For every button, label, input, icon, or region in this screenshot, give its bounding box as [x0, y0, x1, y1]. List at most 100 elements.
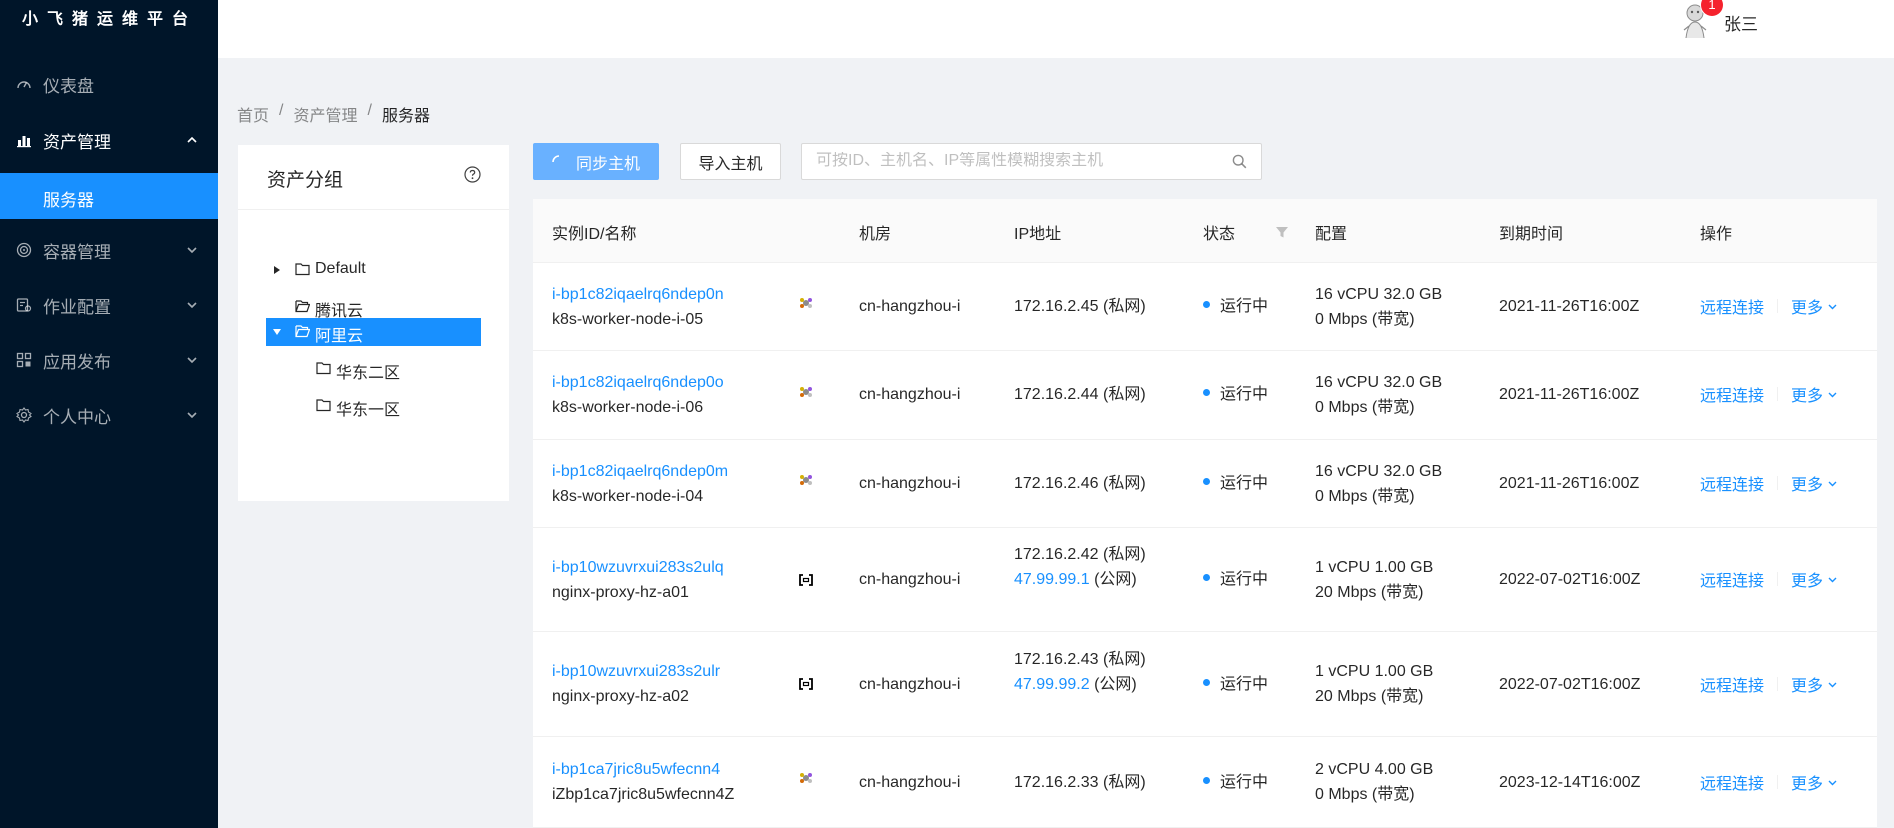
breadcrumb-item-home[interactable]: 首页	[237, 102, 269, 126]
instance-cell: i-bp10wzuvrxui283s2ulr nginx-proxy-hz-a0…	[552, 659, 720, 709]
table-header: 实例ID/名称 机房 IP地址 状态 配置 到期时间 操作	[533, 199, 1877, 263]
instance-name: nginx-proxy-hz-a01	[552, 584, 689, 601]
expire-cell: 2021-11-26T16:00Z	[1499, 386, 1640, 403]
column-header-ip: IP地址	[1014, 226, 1062, 243]
tree-node-label: 阿里云	[315, 328, 364, 345]
table-row: i-bp1ca7jric8u5wfecnn4 iZbp1ca7jric8u5wf…	[533, 737, 1877, 828]
ip-cell: 172.16.2.45 (私网)	[1014, 294, 1146, 319]
tree-node-tencent-cloud[interactable]: 腾讯云	[267, 293, 482, 321]
settings-icon	[16, 407, 32, 423]
generic-os-icon	[799, 574, 813, 586]
username[interactable]: 张三	[1724, 10, 1758, 35]
config-cell: 16 vCPU 32.0 GB 0 Mbps (带宽)	[1315, 282, 1442, 332]
top-header	[218, 0, 1894, 58]
private-ip-tag: (私网)	[1102, 298, 1146, 315]
instance-id-link[interactable]: i-bp10wzuvrxui283s2ulr	[552, 659, 720, 684]
private-ip-tag: (私网)	[1102, 651, 1146, 668]
status-dot	[1203, 574, 1210, 582]
remote-connect-link[interactable]: 远程连接	[1700, 471, 1764, 495]
menu-item-personal-center[interactable]: 个人中心	[0, 390, 218, 440]
folder-open-icon	[295, 325, 310, 338]
instance-id-link[interactable]: i-bp1ca7jric8u5wfecnn4	[552, 757, 734, 782]
instance-name: nginx-proxy-hz-a02	[552, 688, 689, 705]
actions-cell: 远程连接 更多	[1700, 294, 1838, 318]
status-text: 运行中	[1220, 386, 1269, 403]
menu-item-label: 仪表盘	[43, 76, 94, 96]
remote-connect-link[interactable]: 远程连接	[1700, 567, 1764, 591]
remote-connect-link[interactable]: 远程连接	[1700, 382, 1764, 406]
instance-cell: i-bp10wzuvrxui283s2ulq nginx-proxy-hz-a0…	[552, 555, 724, 605]
table-row: i-bp10wzuvrxui283s2ulr nginx-proxy-hz-a0…	[533, 632, 1877, 737]
status-cell: 运行中	[1203, 770, 1268, 795]
menu-item-servers[interactable]: 服务器	[0, 173, 218, 219]
remote-connect-link[interactable]: 远程连接	[1700, 294, 1764, 318]
linux-os-icon	[800, 298, 812, 308]
public-ip-link[interactable]: 47.99.99.2	[1014, 676, 1090, 693]
action-divider	[1777, 775, 1779, 789]
more-dropdown[interactable]: 更多	[1791, 294, 1838, 318]
region-cell: cn-hangzhou-i	[859, 774, 961, 791]
app-logo-title: 小飞猪运维平台	[22, 11, 198, 28]
chevron-down-icon	[187, 247, 197, 254]
column-header-status: 状态	[1203, 226, 1236, 243]
config-spec: 16 vCPU 32.0 GB	[1315, 374, 1443, 391]
column-header-config: 配置	[1315, 226, 1348, 243]
dashboard-icon	[17, 81, 31, 89]
breadcrumb-item-assets[interactable]: 资产管理	[293, 102, 357, 126]
menu-item-label: 服务器	[43, 191, 94, 210]
chevron-down-icon	[1828, 577, 1837, 582]
menu-item-job-config[interactable]: 作业配置	[0, 280, 218, 330]
filter-icon[interactable]	[1275, 225, 1289, 239]
host-search-input[interactable]	[816, 152, 1216, 170]
more-label: 更多	[1791, 300, 1824, 317]
status-dot	[1203, 301, 1210, 309]
tree-node-east-china-2[interactable]: 华东二区	[267, 355, 482, 383]
private-ip: 172.16.2.42	[1014, 546, 1099, 563]
tree-node-default[interactable]: Default	[267, 256, 482, 284]
column-header-expire: 到期时间	[1499, 226, 1564, 243]
breadcrumb-separator: /	[279, 102, 284, 119]
caret-down-icon[interactable]	[272, 327, 282, 337]
table-row: i-bp1c82iqaelrq6ndep0m k8s-worker-node-i…	[533, 440, 1877, 528]
config-bandwidth: 0 Mbps (带宽)	[1315, 786, 1415, 803]
instance-id-link[interactable]: i-bp1c82iqaelrq6ndep0m	[552, 459, 728, 484]
sync-hosts-label: 同步主机	[575, 155, 640, 173]
remote-connect-link[interactable]: 远程连接	[1700, 770, 1764, 794]
menu-item-dashboard[interactable]: 仪表盘	[0, 59, 218, 109]
menu-item-app-publish[interactable]: 应用发布	[0, 335, 218, 385]
instance-id-link[interactable]: i-bp1c82iqaelrq6ndep0n	[552, 282, 724, 307]
bar-chart-icon	[17, 136, 31, 148]
more-label: 更多	[1791, 388, 1824, 405]
more-dropdown[interactable]: 更多	[1791, 672, 1838, 696]
expire-cell: 2023-12-14T16:00Z	[1499, 774, 1641, 791]
more-dropdown[interactable]: 更多	[1791, 471, 1838, 495]
sync-hosts-button[interactable]: 同步主机	[533, 143, 659, 180]
config-bandwidth: 20 Mbps (带宽)	[1315, 688, 1424, 705]
more-dropdown[interactable]: 更多	[1791, 770, 1838, 794]
tree-node-aliyun[interactable]: 阿里云	[266, 318, 481, 346]
ip-cell: 172.16.2.46 (私网)	[1014, 471, 1146, 496]
chevron-down-icon	[187, 302, 197, 309]
public-ip-link[interactable]: 47.99.99.1	[1014, 571, 1090, 588]
tree-node-east-china-1[interactable]: 华东一区	[267, 392, 482, 420]
tree-node-label: 华东一区	[336, 402, 401, 419]
ip-cell: 172.16.2.42 (私网) 47.99.99.1 (公网)	[1014, 542, 1146, 592]
remote-connect-link[interactable]: 远程连接	[1700, 672, 1764, 696]
caret-right-icon[interactable]	[272, 265, 282, 275]
question-circle-icon[interactable]	[464, 166, 481, 183]
instance-id-link[interactable]: i-bp1c82iqaelrq6ndep0o	[552, 370, 724, 395]
public-ip-tag: (公网)	[1094, 571, 1137, 588]
column-header-region: 机房	[859, 226, 892, 243]
chevron-down-icon	[1828, 780, 1837, 785]
linux-os-icon	[800, 387, 812, 397]
more-dropdown[interactable]: 更多	[1791, 382, 1838, 406]
instance-id-link[interactable]: i-bp10wzuvrxui283s2ulq	[552, 555, 724, 580]
host-search-box[interactable]	[801, 143, 1262, 180]
import-hosts-button[interactable]: 导入主机	[680, 143, 781, 180]
menu-item-containers[interactable]: 容器管理	[0, 225, 218, 275]
status-text: 运行中	[1220, 774, 1269, 791]
menu-item-assets[interactable]: 资产管理	[0, 115, 218, 165]
search-icon[interactable]	[1232, 154, 1247, 169]
folder-icon	[295, 263, 310, 276]
more-dropdown[interactable]: 更多	[1791, 567, 1838, 591]
